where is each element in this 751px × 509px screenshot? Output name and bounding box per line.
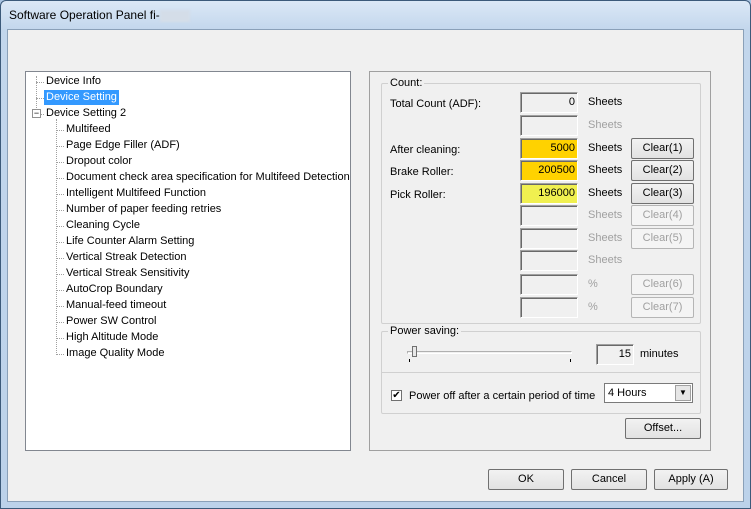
count-field: 0: [520, 92, 578, 113]
unit-label: Sheets: [588, 164, 623, 176]
power-off-checkbox[interactable]: ✔: [391, 390, 402, 401]
tree-item[interactable]: AutoCrop Boundary: [64, 282, 165, 297]
tree-line: [56, 338, 64, 339]
tree-line: [36, 98, 44, 99]
tree-line: [56, 162, 64, 163]
count-group: Count: Total Count (ADF): 0 Sheets Sheets Af…: [381, 77, 701, 324]
tree-line: [56, 210, 64, 211]
tree-line: [56, 119, 57, 353]
count-field: 196000: [520, 183, 578, 204]
tree-item[interactable]: Document check area specification for Mu…: [64, 170, 352, 185]
tree-line: [56, 354, 64, 355]
power-off-dropdown[interactable]: 4 Hours ▼: [604, 383, 693, 403]
power-saving-legend: Power saving:: [388, 325, 462, 337]
count-field: [520, 205, 578, 226]
count-field: 200500: [520, 160, 578, 181]
tree-item[interactable]: Life Counter Alarm Setting: [64, 234, 196, 249]
clear-button[interactable]: Clear(6): [631, 274, 694, 295]
tree-item[interactable]: Device Setting 2: [44, 106, 128, 121]
tree-line: [56, 130, 64, 131]
apply-button[interactable]: Apply (A): [654, 469, 728, 490]
unit-label: Sheets: [588, 187, 623, 199]
minutes-label: minutes: [640, 348, 679, 360]
unit-label: Sheets: [588, 254, 623, 266]
count-label: Total Count (ADF):: [390, 98, 482, 110]
tree-item[interactable]: Number of paper feeding retries: [64, 202, 223, 217]
count-label: Brake Roller:: [390, 166, 454, 178]
redacted-model: [159, 9, 190, 22]
offset-button[interactable]: Offset...: [625, 418, 701, 439]
tree-item[interactable]: Manual-feed timeout: [64, 298, 168, 313]
window-title: Software Operation Panel fi-: [9, 8, 190, 22]
count-field: [520, 228, 578, 249]
clear-button[interactable]: Clear(1): [631, 138, 694, 159]
tree-item[interactable]: Device Setting: [44, 90, 119, 105]
power-off-value: 4 Hours: [608, 387, 647, 399]
tree-item[interactable]: Vertical Streak Detection: [64, 250, 188, 265]
tree-item[interactable]: Page Edge Filler (ADF): [64, 138, 182, 153]
unit-label: %: [588, 301, 598, 313]
tree-item[interactable]: Vertical Streak Sensitivity: [64, 266, 192, 281]
count-label: Pick Roller:: [390, 189, 446, 201]
tree-item[interactable]: Device Info: [44, 74, 103, 89]
tree-item[interactable]: Dropout color: [64, 154, 134, 169]
slider-tick: [570, 359, 571, 362]
tree-line: [56, 242, 64, 243]
tree-item[interactable]: Image Quality Mode: [64, 346, 166, 361]
cancel-button[interactable]: Cancel: [571, 469, 647, 490]
tree-item[interactable]: Multifeed: [64, 122, 113, 137]
clear-button[interactable]: Clear(2): [631, 160, 694, 181]
count-field: [520, 297, 578, 318]
tree-line: [56, 274, 64, 275]
power-saving-slider-thumb[interactable]: [411, 346, 417, 357]
tree-line: [56, 306, 64, 307]
count-field: 5000: [520, 138, 578, 159]
settings-tree[interactable]: Device Info Device Setting Device Setting …: [25, 71, 351, 451]
unit-label: %: [588, 278, 598, 290]
tree-item[interactable]: Intelligent Multifeed Function: [64, 186, 208, 201]
unit-label: Sheets: [588, 232, 623, 244]
count-legend: Count:: [388, 77, 425, 89]
chevron-down-icon[interactable]: ▼: [675, 385, 691, 401]
unit-label: Sheets: [588, 119, 623, 131]
slider-tick: [409, 359, 410, 362]
ok-button[interactable]: OK: [488, 469, 564, 490]
clear-button[interactable]: Clear(5): [631, 228, 694, 249]
power-saving-slider-track[interactable]: [407, 351, 572, 354]
tree-line: [56, 178, 64, 179]
tree-line: [56, 258, 64, 259]
settings-panel: Count: Total Count (ADF): 0 Sheets Sheets Af…: [369, 71, 711, 451]
count-field: [520, 115, 578, 136]
count-label: After cleaning:: [390, 144, 461, 156]
tree-line: [36, 82, 44, 83]
tree-item[interactable]: High Altitude Mode: [64, 330, 160, 345]
minutes-field[interactable]: 15: [596, 344, 634, 365]
collapse-icon[interactable]: −: [32, 109, 41, 118]
tree-line: [56, 194, 64, 195]
count-field: [520, 250, 578, 271]
unit-label: Sheets: [588, 209, 623, 221]
tree-item[interactable]: Cleaning Cycle: [64, 218, 142, 233]
power-off-label: Power off after a certain period of time: [409, 390, 596, 402]
divider: [381, 372, 701, 373]
count-field: [520, 274, 578, 295]
tree-line: [56, 290, 64, 291]
unit-label: Sheets: [588, 96, 623, 108]
tree-item[interactable]: Power SW Control: [64, 314, 158, 329]
tree-line: [56, 322, 64, 323]
unit-label: Sheets: [588, 142, 623, 154]
clear-button[interactable]: Clear(7): [631, 297, 694, 318]
clear-button[interactable]: Clear(3): [631, 183, 694, 204]
tree-line: [56, 146, 64, 147]
tree-line: [56, 226, 64, 227]
power-saving-group: Power saving: 15 minutes ✔ Power off aft…: [381, 325, 701, 414]
clear-button[interactable]: Clear(4): [631, 205, 694, 226]
